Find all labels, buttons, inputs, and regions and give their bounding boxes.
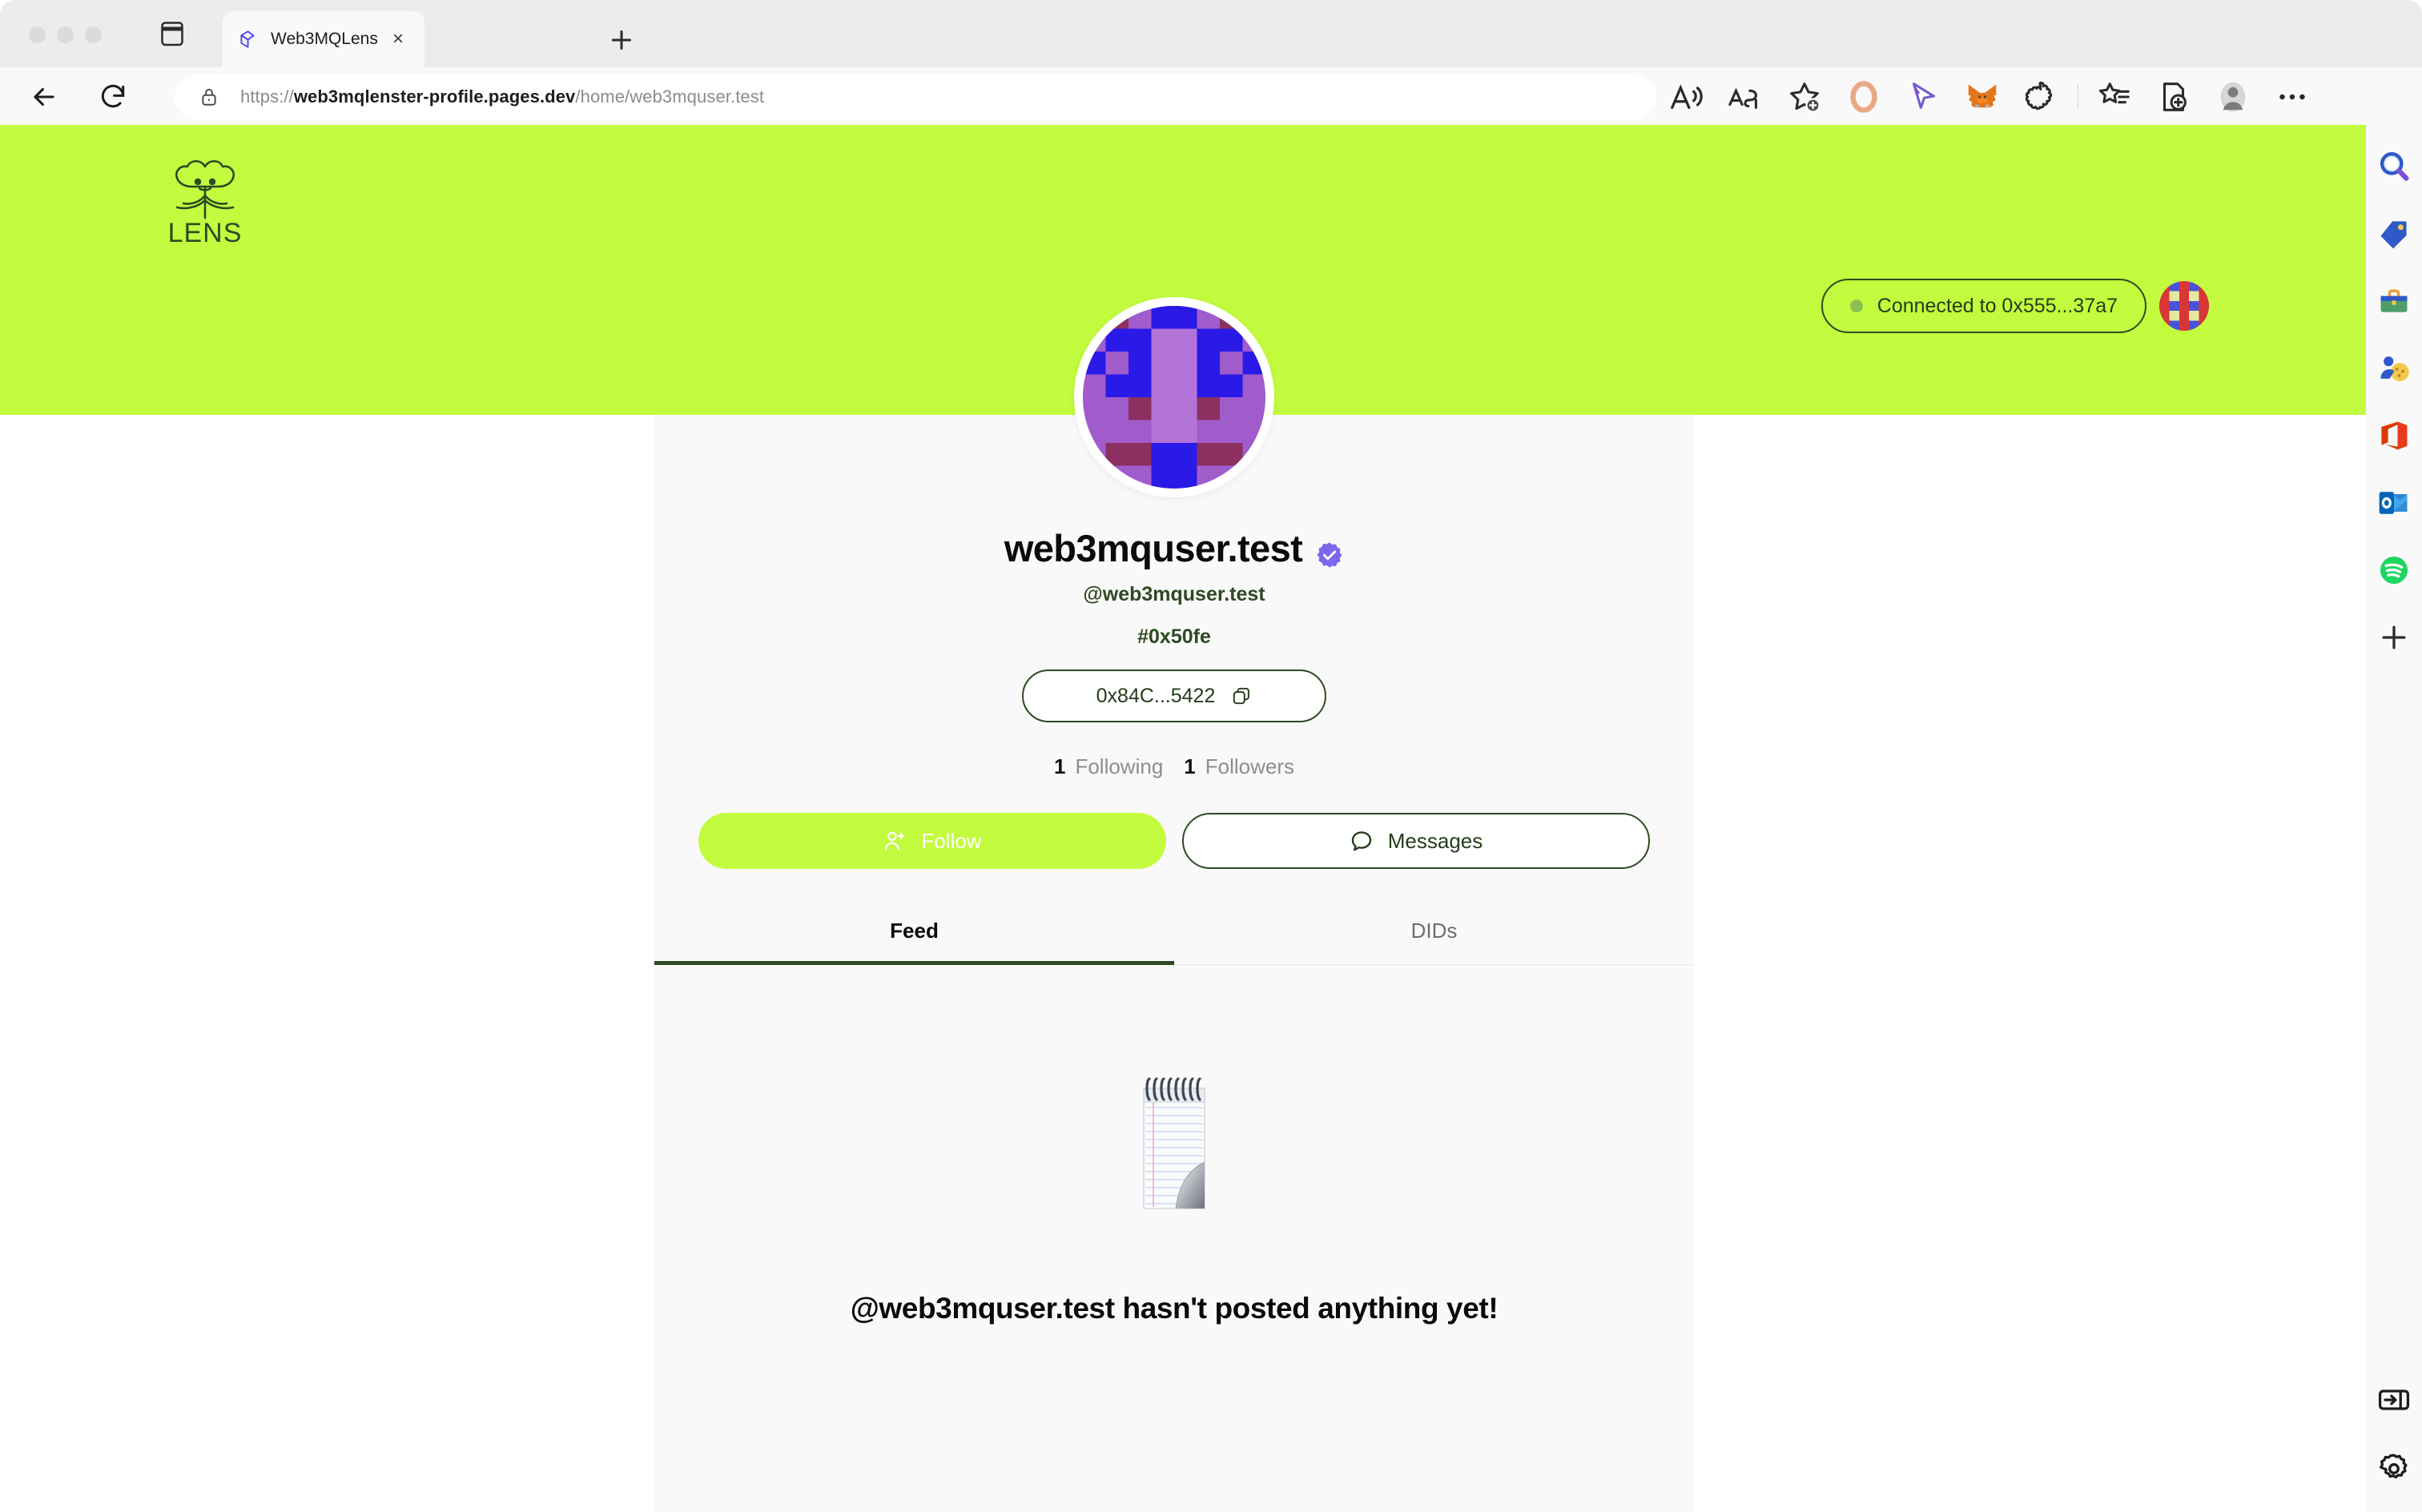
url-text: https://web3mqlenster-profile.pages.dev/… bbox=[240, 86, 764, 107]
person-add-icon bbox=[883, 829, 907, 853]
edge-sidebar bbox=[2366, 125, 2422, 1512]
empty-state-message: @web3mquser.test hasn't posted anything … bbox=[850, 1292, 1499, 1325]
profile-tabs: Feed DIDs bbox=[654, 919, 1694, 965]
tab-dids[interactable]: DIDs bbox=[1174, 919, 1694, 964]
search-icon[interactable] bbox=[2376, 149, 2412, 184]
back-button[interactable] bbox=[29, 82, 59, 112]
lens-logo[interactable]: LENS bbox=[166, 155, 244, 248]
messages-button[interactable]: Messages bbox=[1182, 813, 1650, 869]
cursor-extension-icon[interactable] bbox=[1905, 78, 1941, 115]
profile-avatar[interactable] bbox=[1074, 297, 1274, 497]
profile-display-name: web3mquser.test bbox=[1004, 527, 1303, 569]
reload-button[interactable] bbox=[98, 82, 128, 112]
spotify-icon[interactable] bbox=[2376, 553, 2412, 588]
url-protocol: https:// bbox=[240, 86, 294, 107]
toolbar-icon-group bbox=[1656, 78, 2322, 115]
metamask-fox-icon[interactable] bbox=[1964, 78, 2001, 115]
url-domain: web3mqlenster-profile.pages.dev bbox=[293, 86, 576, 107]
profile-display-name-row: web3mquser.test bbox=[654, 526, 1694, 570]
lock-icon bbox=[199, 86, 219, 107]
profile-handle: @web3mquser.test bbox=[1083, 583, 1265, 605]
browser-tab[interactable]: Web3MQLens × bbox=[223, 11, 424, 67]
tab-feed[interactable]: Feed bbox=[654, 919, 1174, 965]
stat-following[interactable]: 1 Following bbox=[1054, 754, 1163, 779]
follow-button-label: Follow bbox=[921, 828, 982, 853]
url-path: /home/web3mquser.test bbox=[575, 86, 765, 107]
connection-status-dot bbox=[1849, 300, 1863, 312]
stat-followers[interactable]: 1 Followers bbox=[1184, 754, 1294, 779]
messages-button-label: Messages bbox=[1387, 828, 1483, 853]
minimize-window-button[interactable] bbox=[57, 26, 74, 43]
close-tab-button[interactable]: × bbox=[386, 27, 410, 51]
profile-identicon bbox=[1083, 306, 1265, 489]
browser-window: Web3MQLens × https://web3mqlenster-profi… bbox=[0, 0, 2422, 1512]
profile-actions: Follow Messages bbox=[654, 813, 1694, 869]
translate-icon[interactable] bbox=[1727, 78, 1764, 115]
followers-label: Followers bbox=[1205, 754, 1294, 778]
add-favorite-icon[interactable] bbox=[1786, 78, 1823, 115]
office-icon[interactable] bbox=[2376, 418, 2412, 453]
puzzle-blob-extension-icon[interactable] bbox=[2023, 78, 2060, 115]
browser-toolbar: https://web3mqlenster-profile.pages.dev/… bbox=[0, 67, 2422, 125]
address-bar[interactable]: https://web3mqlenster-profile.pages.dev/… bbox=[175, 74, 1656, 119]
followers-count: 1 bbox=[1184, 754, 1196, 778]
svg-text:LENS: LENS bbox=[168, 218, 243, 245]
sidebar-bottom-group bbox=[2366, 1382, 2422, 1493]
profile-content-column: web3mquser.test @web3mquser.test #0x50fe… bbox=[654, 297, 1694, 1512]
games-icon[interactable] bbox=[2376, 351, 2412, 386]
title-bar: Web3MQLens × bbox=[0, 0, 2422, 67]
close-window-button[interactable] bbox=[29, 26, 46, 43]
page-viewport: LENS Connected to 0x555...37a7 web3mquse… bbox=[0, 125, 2366, 1512]
profile-id: #0x50fe bbox=[1137, 625, 1211, 648]
wallet-address-chip[interactable]: 0x84C...5422 bbox=[1022, 670, 1326, 722]
wallet-address-text: 0x84C...5422 bbox=[1096, 684, 1216, 707]
following-label: Following bbox=[1075, 754, 1164, 778]
notepad-emoji bbox=[1141, 1074, 1208, 1212]
read-aloud-icon[interactable] bbox=[1668, 78, 1704, 115]
copy-icon[interactable] bbox=[1231, 686, 1252, 706]
wallet-identicon[interactable] bbox=[2159, 281, 2209, 331]
following-count: 1 bbox=[1053, 754, 1066, 778]
settings-gear-icon[interactable] bbox=[2376, 1451, 2412, 1486]
tab-actions-icon[interactable] bbox=[160, 21, 184, 46]
profile-stats: 1 Following 1 Followers bbox=[654, 754, 1694, 779]
orange-ring-extension-icon[interactable] bbox=[1845, 78, 1882, 115]
outlook-icon[interactable] bbox=[2376, 485, 2412, 521]
wallet-status-chip[interactable]: Connected to 0x555...37a7 bbox=[1821, 279, 2146, 333]
expand-sidebar-icon[interactable] bbox=[2376, 1382, 2412, 1418]
new-tab-button[interactable] bbox=[607, 26, 636, 54]
collections-icon[interactable] bbox=[2096, 78, 2133, 115]
shopping-tag-icon[interactable] bbox=[2376, 216, 2412, 251]
split-screen-icon[interactable] bbox=[2155, 78, 2192, 115]
follow-button[interactable]: Follow bbox=[698, 813, 1166, 869]
chat-bubble-icon bbox=[1350, 829, 1374, 853]
tab-title: Web3MQLens bbox=[271, 30, 378, 48]
web3mq-cube-icon bbox=[237, 29, 258, 50]
add-sidebar-app-icon[interactable] bbox=[2376, 620, 2412, 655]
tools-icon[interactable] bbox=[2376, 284, 2412, 319]
maximize-window-button[interactable] bbox=[85, 26, 102, 43]
profile-avatar-icon[interactable] bbox=[2215, 78, 2251, 115]
more-options-icon[interactable] bbox=[2274, 78, 2311, 115]
wallet-status-label: Connected to 0x555...37a7 bbox=[1877, 294, 2118, 317]
verified-check-icon bbox=[1315, 534, 1344, 568]
empty-state: @web3mquser.test hasn't posted anything … bbox=[654, 965, 1694, 1325]
window-controls[interactable] bbox=[29, 26, 102, 43]
